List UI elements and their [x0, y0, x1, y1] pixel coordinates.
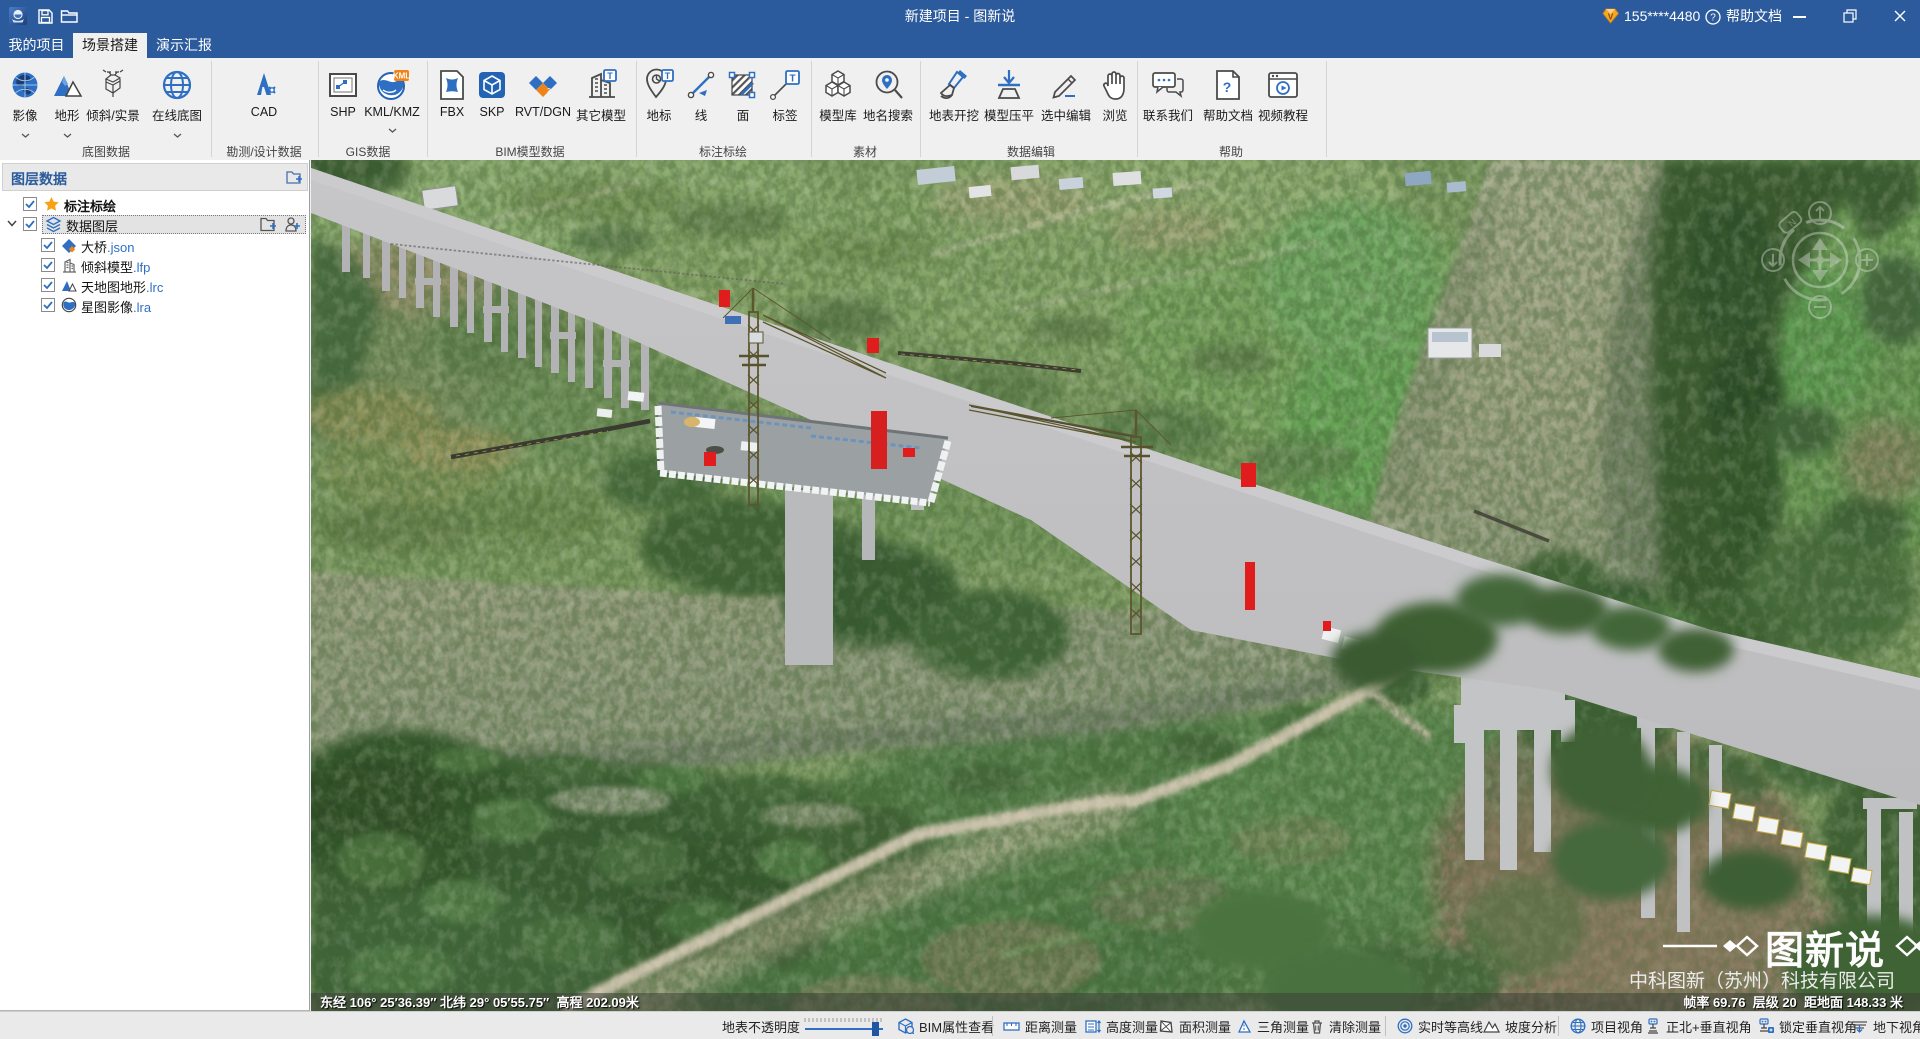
svg-text:帧率 69.76 层级 20 距地面 148.33 米: 帧率 69.76 层级 20 距地面 148.33 米: [1683, 995, 1904, 1010]
svg-text:?: ?: [1710, 13, 1716, 24]
svg-text:V: V: [1608, 13, 1614, 22]
svg-text:T: T: [607, 71, 613, 81]
svg-text:2: 2: [547, 88, 551, 95]
svg-text:T: T: [665, 71, 671, 81]
svg-text:中科图新（苏州）科技有限公司: 中科图新（苏州）科技有限公司: [1629, 970, 1895, 992]
svg-text:T: T: [789, 74, 795, 85]
svg-text:?: ?: [1223, 79, 1232, 95]
svg-text:东经 106° 25′36.39″ 北纬 29° 05′55: 东经 106° 25′36.39″ 北纬 29° 05′55.75″ 高程 20…: [320, 995, 640, 1010]
svg-text:图新说: 图新说: [1765, 930, 1885, 973]
svg-text:KML: KML: [393, 72, 410, 81]
